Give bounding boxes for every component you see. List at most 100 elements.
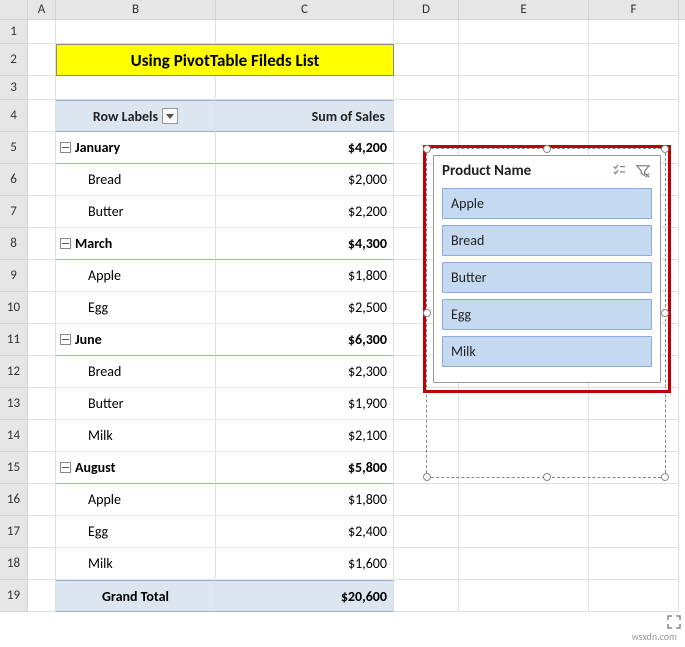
col-header-C[interactable]: C xyxy=(216,0,394,19)
pivot-item[interactable]: Bread xyxy=(56,164,216,196)
cell[interactable] xyxy=(589,44,679,76)
row-header[interactable]: 16 xyxy=(0,484,28,516)
cell[interactable] xyxy=(394,484,459,516)
cell[interactable] xyxy=(56,20,216,44)
cell[interactable] xyxy=(28,196,56,228)
cell[interactable] xyxy=(394,580,459,612)
cell[interactable] xyxy=(589,516,679,548)
cell[interactable] xyxy=(589,100,679,132)
cell[interactable] xyxy=(28,548,56,580)
pivot-item[interactable]: Egg xyxy=(56,516,216,548)
resize-handle-icon[interactable] xyxy=(543,145,551,153)
pivot-item-value[interactable]: $2,200 xyxy=(216,196,394,228)
col-header-F[interactable]: F xyxy=(589,0,679,19)
row-header[interactable]: 19 xyxy=(0,580,28,612)
clear-filter-icon[interactable] xyxy=(634,163,652,179)
col-header-D[interactable]: D xyxy=(394,0,459,19)
pivot-header-row-labels[interactable]: Row Labels xyxy=(56,100,216,132)
pivot-item-value[interactable]: $1,800 xyxy=(216,484,394,516)
pivot-group-value[interactable]: $5,800 xyxy=(216,452,394,484)
cell[interactable] xyxy=(459,484,589,516)
cell[interactable] xyxy=(28,132,56,164)
slicer-item[interactable]: Milk xyxy=(442,336,652,367)
row-header[interactable]: 12 xyxy=(0,356,28,388)
row-header[interactable]: 9 xyxy=(0,260,28,292)
resize-handle-icon[interactable] xyxy=(423,145,431,153)
pivot-group[interactable]: June xyxy=(56,324,216,356)
cell[interactable] xyxy=(394,548,459,580)
pivot-item[interactable]: Milk xyxy=(56,548,216,580)
pivot-group[interactable]: January xyxy=(56,132,216,164)
pivot-item[interactable]: Egg xyxy=(56,292,216,324)
collapse-icon[interactable] xyxy=(60,238,71,249)
cell[interactable] xyxy=(28,388,56,420)
pivot-group[interactable]: March xyxy=(56,228,216,260)
cell[interactable] xyxy=(28,20,56,44)
pivot-item[interactable]: Apple xyxy=(56,484,216,516)
col-header-A[interactable]: A xyxy=(28,0,56,19)
title-cell[interactable]: Using PivotTable Fileds List xyxy=(56,44,394,76)
cell[interactable] xyxy=(28,420,56,452)
slicer-item[interactable]: Bread xyxy=(442,225,652,256)
slicer-item[interactable]: Butter xyxy=(442,262,652,293)
row-header[interactable]: 10 xyxy=(0,292,28,324)
cell[interactable] xyxy=(394,516,459,548)
cell[interactable] xyxy=(28,516,56,548)
slicer-item[interactable]: Apple xyxy=(442,188,652,219)
cell[interactable] xyxy=(459,44,589,76)
multiselect-icon[interactable] xyxy=(610,163,628,179)
resize-handle-icon[interactable] xyxy=(661,309,669,317)
select-all-corner[interactable] xyxy=(0,0,28,19)
pivot-item-value[interactable]: $1,600 xyxy=(216,548,394,580)
pivot-item-value[interactable]: $2,000 xyxy=(216,164,394,196)
row-header[interactable]: 6 xyxy=(0,164,28,196)
collapse-icon[interactable] xyxy=(60,462,71,473)
resize-handle-icon[interactable] xyxy=(543,473,551,481)
cell[interactable] xyxy=(28,44,56,76)
row-header[interactable]: 7 xyxy=(0,196,28,228)
grand-total-value[interactable]: $20,600 xyxy=(216,580,394,612)
cell[interactable] xyxy=(28,76,56,100)
pivot-item-value[interactable]: $2,400 xyxy=(216,516,394,548)
pivot-group-value[interactable]: $4,200 xyxy=(216,132,394,164)
row-header[interactable]: 4 xyxy=(0,100,28,132)
cell[interactable] xyxy=(28,452,56,484)
row-header[interactable]: 17 xyxy=(0,516,28,548)
cell[interactable] xyxy=(459,20,589,44)
collapse-icon[interactable] xyxy=(60,334,71,345)
slicer-selection-box[interactable]: Product Name Apple Bread Butter Egg Milk xyxy=(426,148,666,478)
row-header[interactable]: 1 xyxy=(0,20,28,44)
pivot-item-value[interactable]: $2,100 xyxy=(216,420,394,452)
row-header[interactable]: 18 xyxy=(0,548,28,580)
pivot-item[interactable]: Bread xyxy=(56,356,216,388)
col-header-B[interactable]: B xyxy=(56,0,216,19)
cell[interactable] xyxy=(216,20,394,44)
row-header[interactable]: 14 xyxy=(0,420,28,452)
cell[interactable] xyxy=(28,100,56,132)
row-header[interactable]: 3 xyxy=(0,76,28,100)
collapse-icon[interactable] xyxy=(60,142,71,153)
pivot-group[interactable]: August xyxy=(56,452,216,484)
cell[interactable] xyxy=(589,548,679,580)
pivot-item-value[interactable]: $1,800 xyxy=(216,260,394,292)
cell[interactable] xyxy=(459,548,589,580)
row-header[interactable]: 8 xyxy=(0,228,28,260)
slicer-item[interactable]: Egg xyxy=(442,299,652,330)
pivot-item-value[interactable]: $1,900 xyxy=(216,388,394,420)
pivot-group-value[interactable]: $4,300 xyxy=(216,228,394,260)
cell[interactable] xyxy=(28,580,56,612)
cell[interactable] xyxy=(459,76,589,100)
cell[interactable] xyxy=(589,484,679,516)
cell[interactable] xyxy=(459,100,589,132)
cell[interactable] xyxy=(28,292,56,324)
resize-handle-icon[interactable] xyxy=(661,473,669,481)
pivot-item-value[interactable]: $2,500 xyxy=(216,292,394,324)
cell[interactable] xyxy=(459,516,589,548)
resize-handle-icon[interactable] xyxy=(423,473,431,481)
row-header[interactable]: 5 xyxy=(0,132,28,164)
row-header[interactable]: 11 xyxy=(0,324,28,356)
cell[interactable] xyxy=(28,164,56,196)
resize-handle-icon[interactable] xyxy=(423,309,431,317)
cell[interactable] xyxy=(459,580,589,612)
cell[interactable] xyxy=(216,76,394,100)
